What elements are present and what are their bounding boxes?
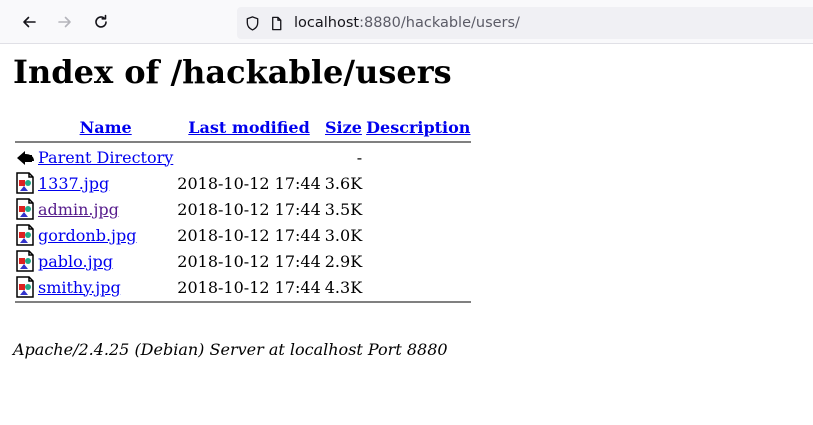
parent-modified-cell — [176, 145, 321, 169]
file-size-cell: 3.6K — [324, 173, 363, 193]
last-modified-header: Last modified — [176, 115, 321, 139]
file-modified-cell: 2018-10-12 17:44 — [177, 199, 321, 219]
file-row: 1337.jpg 2018-10-12 17:44 3.6K — [15, 171, 471, 195]
parent-icon-cell — [15, 145, 35, 169]
icon-header — [15, 115, 35, 139]
file-name-cell: 1337.jpg — [37, 171, 174, 195]
image-file-icon — [15, 276, 35, 298]
file-row: smithy.jpg 2018-10-12 17:44 4.3K — [15, 275, 471, 299]
image-file-icon — [15, 250, 35, 272]
parent-description-cell — [365, 145, 471, 169]
file-description-cell — [365, 249, 471, 273]
server-signature: Apache/2.4.25 (Debian) Server at localho… — [13, 340, 448, 359]
file-modified-cell: 2018-10-12 17:44 — [177, 173, 321, 193]
page-content: Index of /hackable/users Name Last modif… — [0, 45, 813, 425]
file-row: gordonb.jpg 2018-10-12 17:44 3.0K — [15, 223, 471, 247]
file-name-cell: gordonb.jpg — [37, 223, 174, 247]
file-size-cell: 3.5K — [324, 199, 363, 219]
file-name-cell: admin.jpg — [37, 197, 174, 221]
forward-button[interactable] — [52, 9, 78, 35]
page-title: Index of /hackable/users — [13, 53, 452, 91]
file-modified-cell: 2018-10-12 17:44 — [177, 251, 321, 271]
file-link[interactable]: 1337.jpg — [38, 174, 109, 193]
size-header: Size — [324, 115, 363, 139]
file-icon-cell — [15, 223, 35, 247]
page-icon[interactable] — [267, 14, 285, 32]
parent-directory-link[interactable]: Parent Directory — [38, 148, 173, 167]
file-link[interactable]: admin.jpg — [38, 200, 119, 219]
file-modified-cell: 2018-10-12 17:44 — [177, 225, 321, 245]
sort-description-link[interactable]: Description — [366, 118, 470, 137]
browser-toolbar: localhost:8880/hackable/users/ — [0, 0, 813, 44]
file-description-cell — [365, 275, 471, 299]
file-description-cell — [365, 223, 471, 247]
arrow-left-icon — [23, 16, 36, 28]
image-file-icon — [15, 172, 35, 194]
reload-button[interactable] — [88, 9, 114, 35]
url-text[interactable]: localhost:8880/hackable/users/ — [294, 15, 520, 31]
name-header: Name — [37, 115, 174, 139]
file-description-cell — [365, 171, 471, 195]
file-modified-cell: 2018-10-12 17:44 — [177, 277, 321, 297]
file-link[interactable]: pablo.jpg — [38, 252, 113, 271]
file-link[interactable]: gordonb.jpg — [38, 226, 136, 245]
address-bar[interactable]: localhost:8880/hackable/users/ — [237, 7, 813, 39]
parent-size-cell: - — [356, 147, 363, 167]
file-icon-cell — [15, 275, 35, 299]
sort-last-modified-link[interactable]: Last modified — [188, 118, 309, 137]
back-folder-icon — [15, 146, 35, 168]
sort-name-link[interactable]: Name — [80, 118, 132, 137]
file-size-cell: 3.0K — [324, 225, 363, 245]
image-file-icon — [15, 224, 35, 246]
shield-icon[interactable] — [243, 14, 261, 32]
parent-row: Parent Directory - — [15, 145, 471, 169]
file-size-cell: 4.3K — [324, 277, 363, 297]
divider-top — [15, 141, 472, 143]
header-row: Name Last modified Size Description — [15, 115, 471, 139]
file-icon-cell — [15, 197, 35, 221]
arrow-right-icon — [58, 16, 71, 28]
file-name-cell: smithy.jpg — [37, 275, 174, 299]
back-button[interactable] — [16, 9, 42, 35]
image-file-icon — [15, 198, 35, 220]
divider-bottom — [15, 301, 472, 303]
url-host: localhost — [294, 15, 360, 31]
url-path: :8880/hackable/users/ — [359, 15, 520, 31]
file-rows: 1337.jpg 2018-10-12 17:44 3.6K admin.jpg 201… — [15, 171, 471, 299]
sort-size-link[interactable]: Size — [325, 118, 362, 137]
description-header: Description — [365, 115, 471, 139]
file-size-cell: 2.9K — [324, 251, 363, 271]
file-description-cell — [365, 197, 471, 221]
file-row: admin.jpg 2018-10-12 17:44 3.5K — [15, 197, 471, 221]
directory-listing: Name Last modified Size Description Pare… — [13, 113, 473, 305]
file-icon-cell — [15, 171, 35, 195]
file-icon-cell — [15, 249, 35, 273]
reload-icon — [95, 14, 107, 28]
file-row: pablo.jpg 2018-10-12 17:44 2.9K — [15, 249, 471, 273]
file-link[interactable]: smithy.jpg — [38, 278, 121, 297]
parent-name-cell: Parent Directory — [37, 145, 174, 169]
file-name-cell: pablo.jpg — [37, 249, 174, 273]
